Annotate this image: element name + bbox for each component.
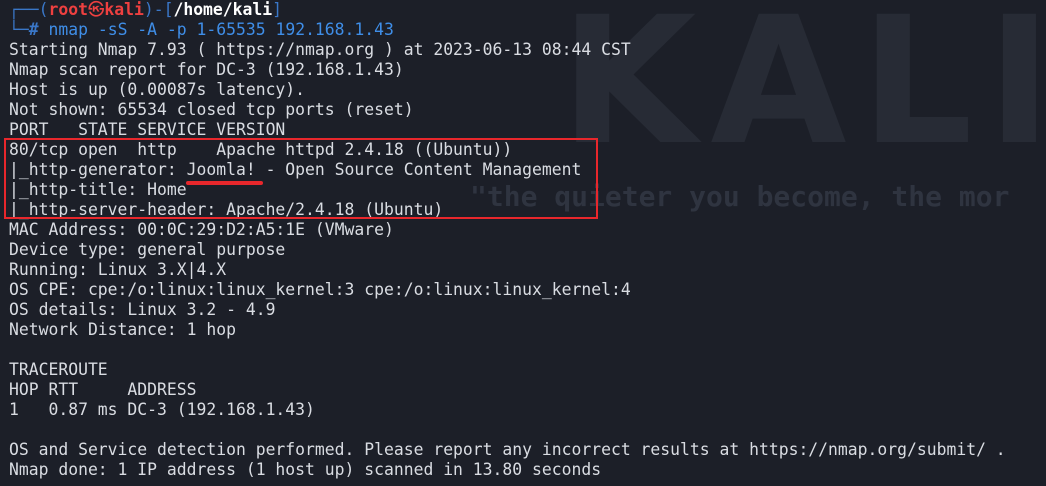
output-line: TRACEROUTE <box>9 360 108 379</box>
output-line: Nmap done: 1 IP address (1 host up) scan… <box>9 460 602 479</box>
kali-watermark-logo: KALI LI <box>560 0 1046 184</box>
prompt-bracket: )-[ <box>143 0 174 19</box>
output-line: Running: Linux 3.X|4.X <box>9 260 227 279</box>
prompt-host: kali <box>104 0 144 19</box>
prompt-corner-bottom: └─ <box>9 20 29 39</box>
prompt-line-command: └─# nmap -sS -A -p 1-65535 192.168.1.43 <box>9 20 394 40</box>
prompt-path: /home/kali <box>173 0 273 19</box>
output-line: Starting Nmap 7.93 ( https://nmap.org ) … <box>9 40 631 59</box>
prompt-corner-top: ┌──( <box>9 0 49 19</box>
command-text: nmap -sS -A -p 1-65535 192.168.1.43 <box>48 20 394 39</box>
prompt-line-top: ┌──(root㉿kali)-[/home/kali] <box>9 0 282 20</box>
terminal-window[interactable]: KALI LI "the quieter you become, the mor… <box>0 0 1046 486</box>
output-line: 1 0.87 ms DC-3 (192.168.1.43) <box>9 400 315 419</box>
output-line: Device type: general purpose <box>9 240 286 259</box>
highlight-box <box>4 138 598 219</box>
output-line: Not shown: 65534 closed tcp ports (reset… <box>9 100 414 119</box>
output-line: OS CPE: cpe:/o:linux:linux_kernel:3 cpe:… <box>9 280 631 299</box>
highlight-underline <box>186 181 263 185</box>
prompt-hash: # <box>28 20 49 39</box>
output-line: MAC Address: 00:0C:29:D2:A5:1E (VMware) <box>9 220 394 239</box>
output-line: PORT STATE SERVICE VERSION <box>9 120 286 139</box>
output-line: Host is up (0.00087s latency). <box>9 80 306 99</box>
output-line: Nmap scan report for DC-3 (192.168.1.43) <box>9 60 404 79</box>
skull-icon: ㉿ <box>87 0 105 19</box>
prompt-bracket-end: ] <box>272 0 283 19</box>
prompt-user: root <box>48 0 88 19</box>
output-line: Network Distance: 1 hop <box>9 320 236 339</box>
output-line: OS details: Linux 3.2 - 4.9 <box>9 300 276 319</box>
output-line: HOP RTT ADDRESS <box>9 380 197 399</box>
output-line: OS and Service detection performed. Plea… <box>9 440 1006 459</box>
